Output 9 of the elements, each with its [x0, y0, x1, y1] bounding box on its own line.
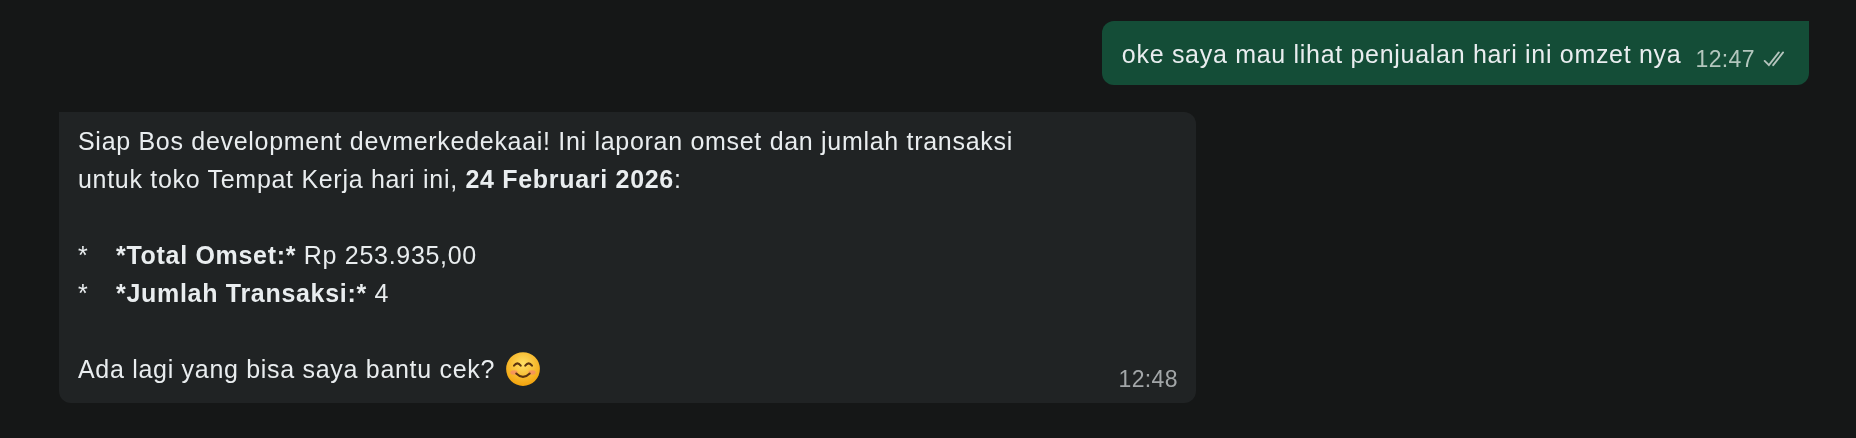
timestamp: 12:47 [1695, 46, 1755, 73]
message-text: Siap Bos development devmerkedekaai! Ini laporan omset dan jumlah transaksi untuk toko Tempat Kerja hari ini, 24 Februari 2026: [78, 126, 1013, 195]
list-item-text: *Total Omset:* Rp 253.935,00 [116, 240, 477, 271]
timestamp: 12:48 [1118, 366, 1178, 393]
bullet-marker: * [78, 240, 90, 271]
message-text: Ada lagi yang bisa saya bantu cek? [78, 354, 496, 385]
list-item-text: *Jumlah Transaksi:* 4 [116, 278, 390, 309]
message-text: oke saya mau lihat penjualan hari ini omzet nya [1121, 39, 1682, 70]
bullet-marker: * [78, 278, 90, 309]
